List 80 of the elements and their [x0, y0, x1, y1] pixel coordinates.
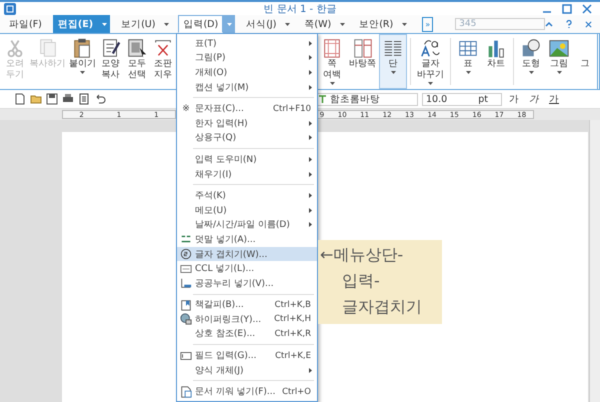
ribbon-icon	[126, 37, 148, 59]
ribbon-icon	[352, 37, 374, 59]
ribbon-icon	[420, 37, 442, 59]
ribbon-button[interactable]: 글자 바꾸기	[414, 34, 447, 89]
menu-item[interactable]: ※ 문자표(C)... Ctrl+F10	[177, 101, 317, 116]
print-icon[interactable]	[62, 93, 74, 105]
ribbon-button[interactable]: 조판 지우	[150, 34, 176, 89]
menu-tab[interactable]: 파일(F)	[4, 15, 47, 33]
bookmark-icon	[180, 298, 192, 311]
menu-item[interactable]: 글자 겹치기(W)...	[177, 246, 317, 262]
menu-item[interactable]: 캡션 넣기(M)	[177, 80, 317, 94]
menu-item[interactable]: 덧말 넣기(A)...	[177, 232, 317, 247]
menu-item[interactable]: 날짜/시간/파일 이름(D)	[177, 218, 317, 232]
folder-icon[interactable]	[30, 93, 42, 105]
text-style-button[interactable]: 가	[529, 92, 539, 106]
ribbon-icon	[321, 37, 343, 59]
help-icon[interactable]	[565, 20, 573, 28]
menu-tab[interactable]: 서식(J)	[241, 15, 282, 33]
circled-letter-icon	[180, 248, 192, 260]
undo-icon[interactable]	[94, 93, 106, 105]
caret-icon[interactable]	[402, 22, 407, 26]
menu-item[interactable]: 양식 개체(J)	[177, 362, 317, 378]
menu-item[interactable]: 상용구(Q)	[177, 130, 317, 146]
menu-item[interactable]: 표(T)	[177, 36, 317, 51]
preview-icon[interactable]	[78, 93, 90, 105]
menu-tab[interactable]: 편집(E)	[52, 15, 98, 33]
ribbon-button[interactable]: 그림	[545, 34, 573, 89]
caret-icon[interactable]	[340, 22, 345, 26]
close-document-icon[interactable]	[585, 20, 592, 28]
font-size-field[interactable]: 10.0 pt	[422, 92, 502, 106]
menu-item[interactable]: 그림(P)	[177, 50, 317, 66]
ribbon-icon	[548, 37, 570, 59]
scrollbar[interactable]	[589, 120, 600, 402]
ribbon-button[interactable]: 모두 선택	[124, 34, 150, 89]
menu-item[interactable]: 공공누리 넣기(V)...	[177, 276, 317, 290]
menu-item[interactable]: 상호 참조(E)... Ctrl+K,R	[177, 326, 317, 342]
collapse-icon[interactable]	[545, 21, 553, 27]
menu-item[interactable]: 채우기(I)	[177, 166, 317, 182]
ribbon-button[interactable]: 붙이기	[67, 34, 98, 89]
menu-item[interactable]: 한자 입력(H)	[177, 116, 317, 131]
ribbon-button[interactable]: 쪽 여백	[318, 34, 346, 89]
menu-tab[interactable]: 보안(R)	[354, 15, 398, 33]
ribbon-button[interactable]: 단	[379, 34, 407, 89]
text-style-button[interactable]: 가	[509, 92, 519, 106]
ribbon-button[interactable]: 바탕쪽	[346, 34, 379, 89]
menu-item[interactable]: CCL 넣기(L)...	[177, 261, 317, 276]
menu-item[interactable]: 필드 입력(G)... Ctrl+K,E	[177, 348, 317, 363]
ribbon-icon	[520, 37, 542, 59]
close-icon[interactable]	[582, 4, 592, 14]
file-insert-icon	[180, 386, 192, 398]
maximize-icon[interactable]	[562, 4, 572, 14]
menu-item[interactable]: 개체(O)	[177, 65, 317, 80]
window-title: 빈 문서 1 - 한글	[264, 2, 336, 16]
ribbon-button[interactable]: 표	[454, 34, 482, 89]
menu-item[interactable]: 메모(U)	[177, 202, 317, 218]
new-document-icon[interactable]	[14, 93, 26, 105]
menu-item[interactable]: 주석(K)	[177, 188, 317, 203]
field-icon	[180, 350, 192, 362]
caret-icon[interactable]	[102, 22, 107, 26]
menu-item[interactable]: 책갈피(B)... Ctrl+K,B	[177, 298, 317, 312]
menu-item[interactable]: 입력 도우미(N)	[177, 152, 317, 167]
menu-tab[interactable]: 입력(D)	[178, 15, 224, 33]
ribbon-button[interactable]: 도형	[517, 34, 545, 89]
ribbon-button[interactable]: 그	[573, 34, 597, 89]
ccl-icon	[180, 262, 192, 275]
more-button[interactable]: »	[422, 16, 434, 32]
menu-item[interactable]: 문서 끼워 넣기(F)... Ctrl+O	[177, 384, 317, 400]
ribbon-button[interactable]: 차트	[482, 34, 510, 89]
caret-icon[interactable]	[164, 22, 169, 26]
font-icon	[318, 94, 327, 104]
caret-icon[interactable]	[284, 22, 290, 26]
menu-tab[interactable]: 쪽(W)	[299, 15, 336, 33]
save-icon[interactable]	[46, 93, 58, 105]
menu-item[interactable]: 하이퍼링크(Y)... Ctrl+K,H	[177, 312, 317, 327]
globe-link-icon	[180, 313, 192, 326]
public-license-icon	[180, 277, 192, 290]
ribbon-button[interactable]: 모양 복사	[98, 34, 124, 89]
annotation-note: ←메뉴상단- 입력- 글자겹치기	[318, 240, 442, 324]
menu-tab[interactable]: 보기(U)	[116, 15, 160, 33]
text-style-button[interactable]: 가	[549, 92, 559, 106]
